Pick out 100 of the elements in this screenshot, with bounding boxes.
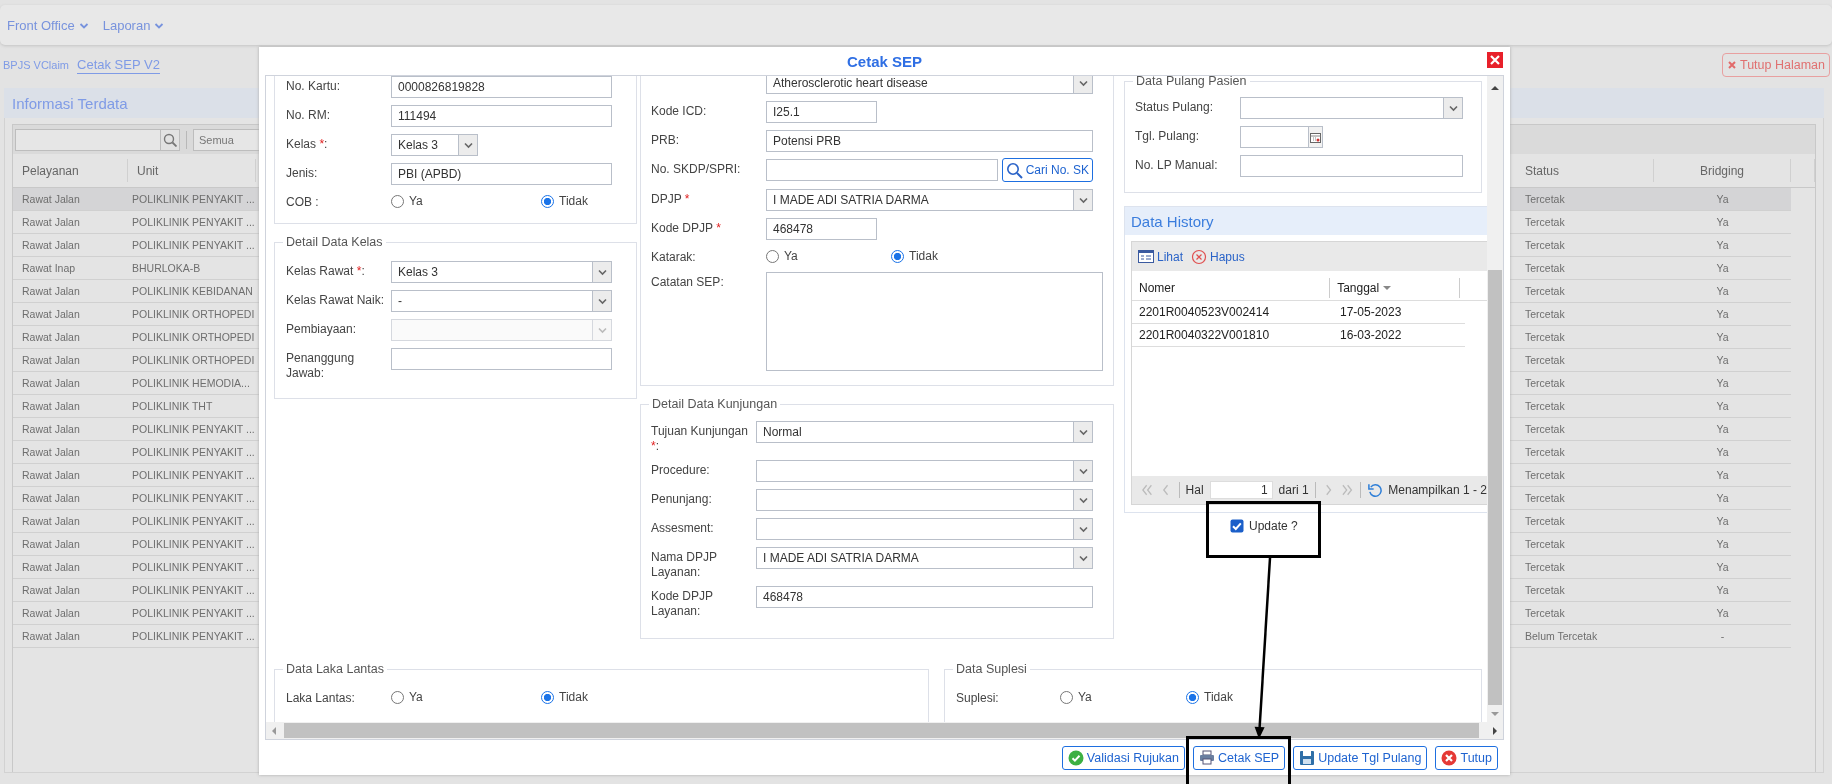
text-field[interactable]: Potensi PRB bbox=[766, 130, 1093, 152]
toolbar-button[interactable]: Lihat bbox=[1138, 248, 1184, 265]
arrow-up-icon[interactable] bbox=[1490, 84, 1500, 92]
dropdown[interactable] bbox=[1240, 97, 1463, 119]
save-button[interactable]: Update Tgl Pulang bbox=[1293, 746, 1428, 770]
chevron-down-icon bbox=[1077, 78, 1089, 88]
radio-label[interactable]: Tidak bbox=[559, 194, 588, 208]
dropdown[interactable]: Kelas 3 bbox=[391, 134, 478, 156]
arrow-left-icon[interactable] bbox=[270, 725, 278, 736]
chevron-down-icon bbox=[462, 140, 474, 150]
field-label: Kode ICD: bbox=[651, 104, 707, 118]
dropdown[interactable]: Normal bbox=[756, 421, 1093, 443]
text-field[interactable] bbox=[766, 159, 998, 181]
dropdown[interactable]: Kelas 3 bbox=[391, 261, 612, 283]
close-icon[interactable] bbox=[1487, 52, 1503, 68]
radio-button[interactable] bbox=[391, 690, 404, 704]
column-header[interactable]: Nomer bbox=[1132, 278, 1331, 298]
column-header[interactable]: Status bbox=[1516, 159, 1654, 182]
table-cell-text: Ya bbox=[1715, 215, 1730, 230]
radio-label[interactable]: Tidak bbox=[1204, 690, 1233, 704]
arrow-down-icon[interactable] bbox=[1490, 710, 1500, 718]
radio-button[interactable] bbox=[1060, 690, 1073, 704]
search-button[interactable] bbox=[161, 128, 180, 151]
page-field[interactable]: 1 bbox=[1209, 481, 1273, 499]
scrollbar-thumb[interactable] bbox=[1488, 270, 1502, 705]
table-cell-text: POLIKLINIK THT bbox=[131, 399, 214, 414]
table-cell-text: Rawat Jalan bbox=[21, 284, 81, 299]
scrollbar[interactable] bbox=[1487, 76, 1503, 722]
refresh-icon[interactable] bbox=[1367, 482, 1383, 498]
dropdown[interactable]: Atherosclerotic heart disease bbox=[766, 76, 1093, 94]
field-label: Kelas Rawat *: bbox=[286, 264, 365, 278]
dropdown[interactable]: I MADE ADI SATRIA DARMA bbox=[756, 547, 1093, 569]
radio-label[interactable]: Tidak bbox=[909, 249, 938, 263]
table-cell-text: Rawat Jalan bbox=[21, 560, 81, 575]
close-button[interactable]: Tutup bbox=[1435, 746, 1498, 770]
table-cell-text: Tercetak bbox=[1524, 399, 1566, 414]
table-cell-text: Ya bbox=[1715, 376, 1730, 391]
radio-button[interactable] bbox=[541, 194, 554, 208]
text-field[interactable]: 111494 bbox=[391, 105, 612, 127]
column-header[interactable]: Bridging bbox=[1654, 159, 1791, 182]
checkbox-label[interactable]: Update ? bbox=[1249, 519, 1298, 533]
print-button[interactable]: Cetak SEP bbox=[1193, 746, 1286, 770]
page-count: dari 1 bbox=[1278, 483, 1309, 497]
table-cell-text: Rawat Jalan bbox=[21, 238, 81, 253]
radio-label[interactable]: Ya bbox=[409, 690, 423, 704]
last-page-icon[interactable] bbox=[1340, 482, 1355, 498]
validate-button[interactable]: Validasi Rujukan bbox=[1061, 746, 1185, 770]
table-cell-text: Rawat Jalan bbox=[21, 307, 81, 322]
table-cell-text: BHURLOKA-B bbox=[131, 261, 202, 276]
table-cell-text: Ya bbox=[1715, 606, 1730, 621]
first-page-icon[interactable] bbox=[1140, 482, 1154, 498]
text-field[interactable]: 468478 bbox=[766, 218, 877, 240]
date-field[interactable] bbox=[1240, 126, 1309, 148]
toolbar-button[interactable]: Hapus bbox=[1191, 248, 1245, 265]
column-header[interactable]: Unit bbox=[128, 159, 256, 182]
dropdown[interactable] bbox=[756, 460, 1093, 482]
dialog-title: Cetak SEP bbox=[846, 52, 922, 70]
column-header[interactable]: Pelayanan bbox=[13, 159, 128, 182]
radio-button[interactable] bbox=[1186, 690, 1199, 704]
radio-button[interactable] bbox=[766, 249, 779, 263]
table-cell-text: POLIKLINIK KEBIDANAN bbox=[131, 284, 254, 299]
radio-button[interactable] bbox=[891, 249, 904, 263]
checkbox[interactable] bbox=[1230, 519, 1244, 533]
column-header[interactable]: Tanggal bbox=[1330, 278, 1461, 298]
field-label: Nama DPJP Layanan: bbox=[651, 550, 717, 579]
dropdown[interactable] bbox=[756, 489, 1093, 511]
text-field[interactable]: 0000826819828 bbox=[391, 76, 612, 98]
table-cell-text: Tercetak bbox=[1524, 307, 1566, 322]
table-cell-text: Ya bbox=[1715, 284, 1730, 299]
table-cell-text: Rawat Jalan bbox=[21, 606, 81, 621]
text-field[interactable]: PBI (APBD) bbox=[391, 163, 612, 185]
search-field[interactable] bbox=[15, 128, 161, 151]
table-cell-text: Rawat Jalan bbox=[21, 468, 81, 483]
chevron-down-icon bbox=[1077, 427, 1089, 437]
field-label: No. SKDP/SPRI: bbox=[651, 162, 741, 176]
dropdown[interactable] bbox=[756, 518, 1093, 540]
arrow-right-icon[interactable] bbox=[1491, 725, 1499, 736]
table-cell-text: Ya bbox=[1715, 422, 1730, 437]
radio-button[interactable] bbox=[541, 690, 554, 704]
section-legend: Data Pulang Pasien bbox=[1133, 76, 1250, 89]
table-cell-text: Ya bbox=[1715, 261, 1730, 276]
radio-label[interactable]: Ya bbox=[784, 249, 798, 263]
search-button[interactable]: Cari No. SK bbox=[1001, 158, 1093, 182]
text-field[interactable]: 468478 bbox=[756, 586, 1093, 608]
radio-label[interactable]: Ya bbox=[409, 194, 423, 208]
text-field[interactable]: I25.1 bbox=[766, 101, 877, 123]
radio-label[interactable]: Tidak bbox=[559, 690, 588, 704]
table-cell-text: Tercetak bbox=[1524, 537, 1566, 552]
table-cell-text: POLIKLINIK ORTHOPEDI bbox=[131, 353, 256, 368]
table-cell-text: Rawat Jalan bbox=[21, 422, 81, 437]
table-cell-text: Tercetak bbox=[1524, 445, 1566, 460]
radio-label[interactable]: Ya bbox=[1078, 690, 1092, 704]
table-cell-text: Ya bbox=[1715, 537, 1730, 552]
text-field[interactable] bbox=[1240, 155, 1463, 177]
radio-button[interactable] bbox=[391, 194, 404, 208]
calendar-button[interactable] bbox=[1309, 126, 1323, 148]
text-field[interactable] bbox=[391, 348, 612, 370]
text-area[interactable] bbox=[766, 272, 1103, 371]
dropdown[interactable]: - bbox=[391, 290, 612, 312]
dropdown[interactable]: I MADE ADI SATRIA DARMA bbox=[766, 189, 1093, 211]
